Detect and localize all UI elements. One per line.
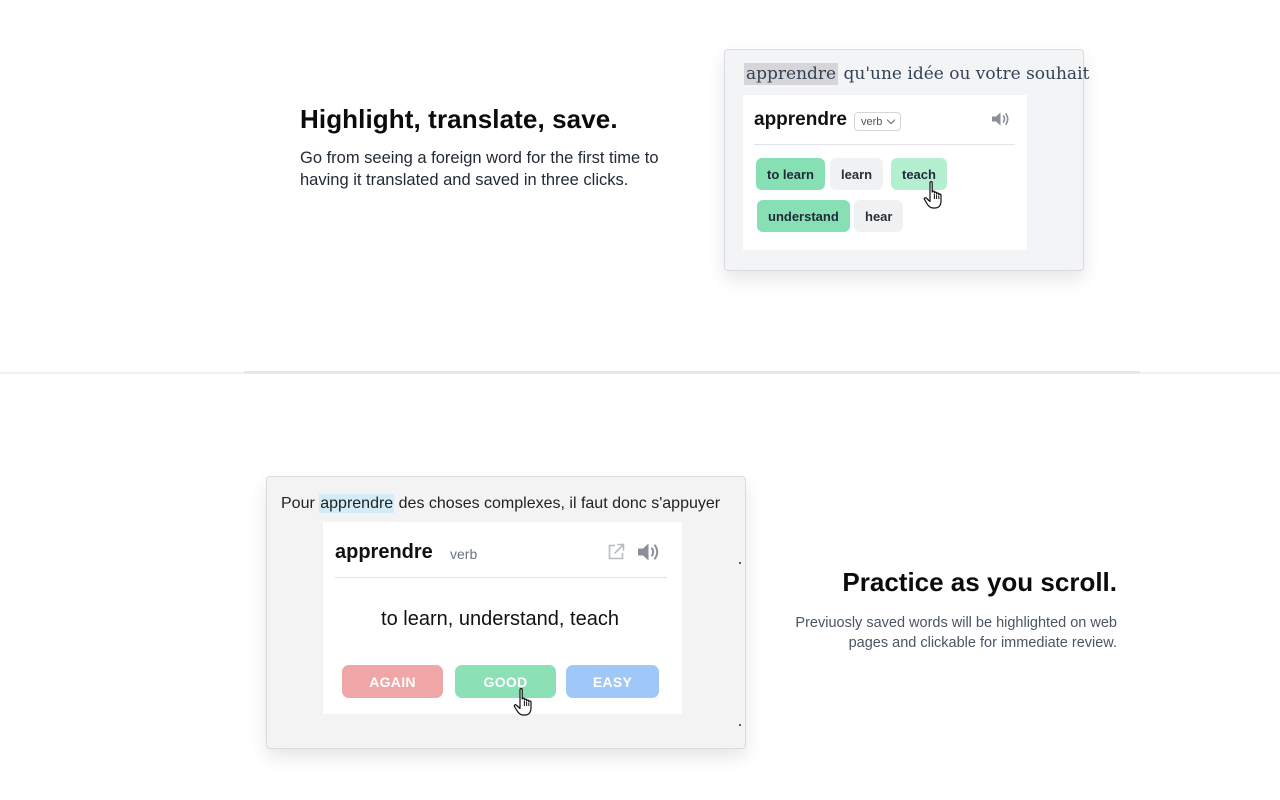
translation-chip[interactable]: to learn: [756, 158, 825, 190]
feature-description: Previuosly saved words will be highlight…: [795, 615, 1117, 651]
translation-chip[interactable]: hear: [854, 200, 904, 232]
decorative-dot: [739, 562, 741, 564]
pos-selected-value: verb: [861, 115, 883, 128]
feature-title: Highlight, translate, save.: [300, 104, 618, 134]
good-button[interactable]: GOOD: [455, 665, 556, 698]
feature-description: Go from seeing a foreign word for the fi…: [300, 149, 659, 189]
popup-divider: [754, 144, 1015, 145]
sentence-text: qu'une idée ou votre souhait: [838, 64, 1090, 84]
again-button[interactable]: AGAIN: [342, 665, 443, 698]
translation-popup: apprendre verb to learn learn teach unde…: [743, 95, 1027, 250]
hand-cursor-icon: [513, 687, 535, 722]
translation-chip[interactable]: understand: [757, 200, 850, 232]
chevron-down-icon: [887, 115, 896, 125]
part-of-speech: verb: [450, 546, 478, 562]
feature-title: Practice as you scroll.: [842, 567, 1117, 597]
demo-review-popup: Pour apprendre des choses complexes, il …: [266, 476, 746, 749]
review-popup: apprendre verb to learn, understand, tea…: [323, 522, 682, 714]
feature-highlight-translate: Highlight, translate, save. Go from seei…: [300, 104, 680, 191]
sentence-text: Pour: [281, 495, 320, 512]
sentence-text: des choses complexes, il faut donc s'app…: [394, 495, 721, 512]
translation-chip[interactable]: learn: [830, 158, 884, 190]
feature-practice-scroll: Practice as you scroll. Previuosly saved…: [770, 567, 1117, 653]
demo-sentence: apprendre qu'une idée ou votre souhait: [744, 63, 1090, 85]
highlighted-word[interactable]: apprendre: [744, 63, 839, 85]
highlighted-saved-word[interactable]: apprendre: [319, 494, 395, 513]
popup-word: apprendre: [335, 541, 433, 563]
demo-sentence: Pour apprendre des choses complexes, il …: [281, 494, 721, 513]
decorative-dot: [739, 724, 741, 726]
part-of-speech-select[interactable]: verb: [854, 112, 902, 131]
speaker-icon[interactable]: [637, 542, 661, 567]
section-divider-line: [244, 371, 1140, 374]
easy-button[interactable]: EASY: [566, 665, 659, 698]
external-link-icon[interactable]: [606, 542, 626, 567]
demo-translate-popup: apprendre qu'une idée ou votre souhait a…: [724, 49, 1089, 271]
speaker-icon[interactable]: [991, 111, 1011, 132]
hand-cursor-icon: [923, 180, 945, 215]
popup-word: apprendre: [754, 109, 847, 130]
translation-text: to learn, understand, teach: [381, 608, 619, 630]
popup-divider: [335, 577, 667, 578]
